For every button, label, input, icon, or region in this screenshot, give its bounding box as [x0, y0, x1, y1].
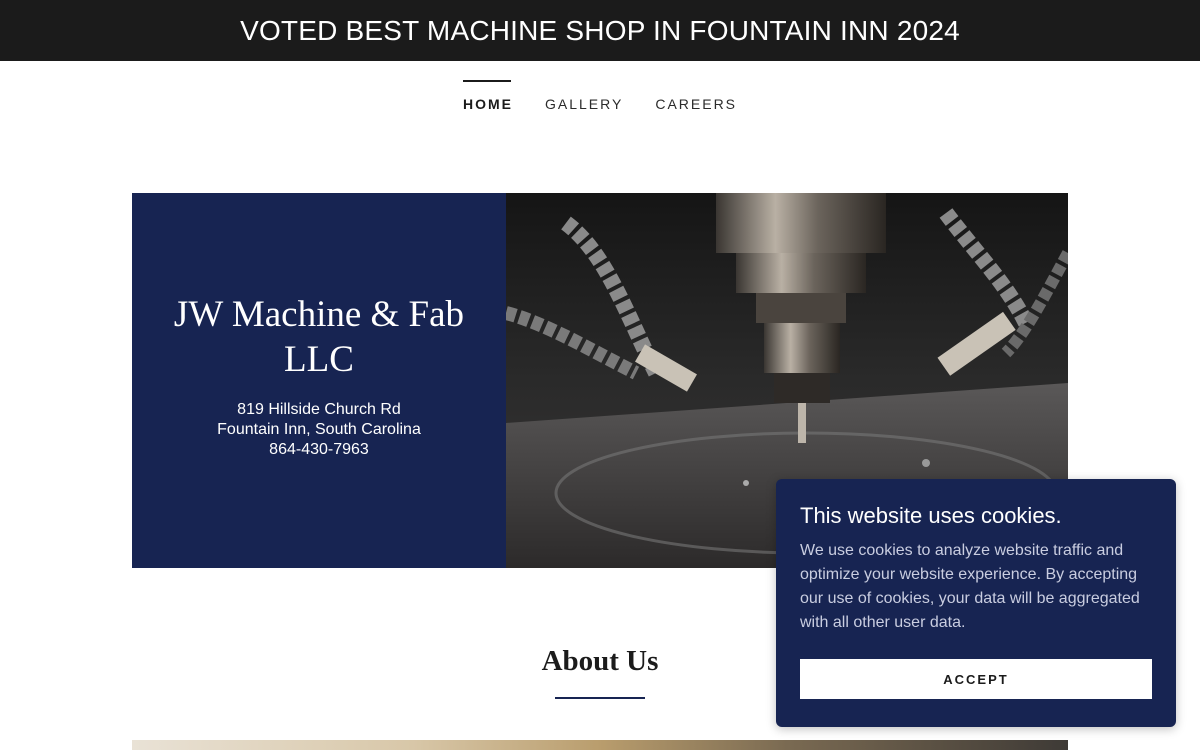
- accept-cookies-button[interactable]: ACCEPT: [800, 659, 1152, 699]
- main-nav: HOME GALLERY CAREERS: [0, 80, 1200, 112]
- about-divider: [555, 697, 645, 699]
- address-street: 819 Hillside Church Rd: [237, 400, 401, 418]
- hero-info-panel: JW Machine & Fab LLC 819 Hillside Church…: [132, 193, 506, 568]
- cookie-title: This website uses cookies.: [800, 503, 1062, 528]
- phone-number: 864-430-7963: [269, 440, 369, 458]
- nav-home[interactable]: HOME: [462, 80, 513, 112]
- nav-careers[interactable]: CAREERS: [655, 80, 737, 112]
- nav-gallery[interactable]: GALLERY: [545, 80, 623, 112]
- business-name: JW Machine & Fab LLC: [173, 293, 465, 380]
- announcement-bar: VOTED BEST MACHINE SHOP IN FOUNTAIN INN …: [0, 0, 1200, 61]
- cookie-description: We use cookies to analyze website traffi…: [800, 542, 1140, 631]
- address-city: Fountain Inn, South Carolina: [217, 420, 421, 438]
- cookie-banner: This website uses cookies. We use cookie…: [776, 479, 1176, 727]
- about-image-preview: [132, 740, 1068, 750]
- announcement-text: VOTED BEST MACHINE SHOP IN FOUNTAIN INN …: [240, 14, 960, 46]
